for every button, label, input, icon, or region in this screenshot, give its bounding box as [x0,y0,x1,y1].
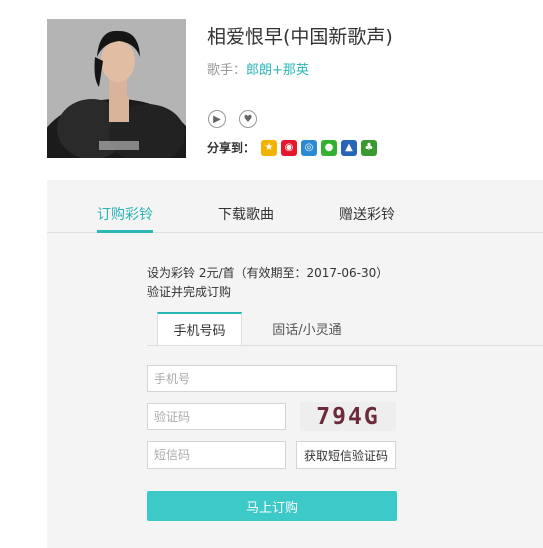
share-label: 分享到： [207,141,256,155]
renren-icon[interactable]: ▲ [341,139,358,156]
get-sms-code-button[interactable]: 获取短信验证码 [296,441,396,469]
share-bar: 分享到： ★ ◉ ◎ ● ▲ ♣ [207,139,378,156]
song-title: 相爱恨早(中国新歌声) [207,26,393,48]
tab-bar: 订购彩铃 下载歌曲 赠送彩铃 [47,180,543,233]
favorite-button[interactable]: ♥ [239,110,257,128]
verify-instruction: 验证并完成订购 [147,285,232,299]
phone-type-tabs: 手机号码 固话/小灵通 [147,312,543,346]
ringtone-panel: 订购彩铃 下载歌曲 赠送彩铃 设为彩铃 2元/首（有效期至：2017-06-30… [47,180,543,548]
sms-code-input[interactable] [147,441,286,469]
singer-names-link[interactable]: 郎朗+那英 [246,63,309,78]
album-cover [47,19,186,158]
captcha-text: 794G [316,403,380,430]
kaixin-icon[interactable]: ♣ [361,139,378,156]
tencent-weibo-icon[interactable]: ◎ [301,139,318,156]
play-icon: ▶ [213,113,221,125]
tab-gift-ringtone[interactable]: 赠送彩铃 [339,204,395,224]
ringtone-price-info: 设为彩铃 2元/首（有效期至：2017-06-30） [147,266,389,280]
singer-label: 歌手： [207,63,247,78]
play-button[interactable]: ▶ [208,110,226,128]
wechat-icon[interactable]: ● [321,139,338,156]
active-tab-indicator [97,230,153,233]
subtab-landline[interactable]: 固话/小灵通 [262,312,352,344]
tab-subscribe-ringtone[interactable]: 订购彩铃 [97,204,153,224]
singer-info: 歌手：郎朗+那英 [207,59,309,78]
weibo-icon[interactable]: ◉ [281,139,298,156]
phone-input[interactable] [147,365,397,392]
subtab-mobile[interactable]: 手机号码 [157,312,242,345]
captcha-image[interactable]: 794G [300,402,396,431]
buy-now-button[interactable]: 马上订购 [147,491,397,521]
qzone-icon[interactable]: ★ [261,139,278,156]
captcha-input[interactable] [147,403,286,430]
heart-icon: ♥ [243,113,253,125]
tab-download-song[interactable]: 下载歌曲 [218,204,274,224]
